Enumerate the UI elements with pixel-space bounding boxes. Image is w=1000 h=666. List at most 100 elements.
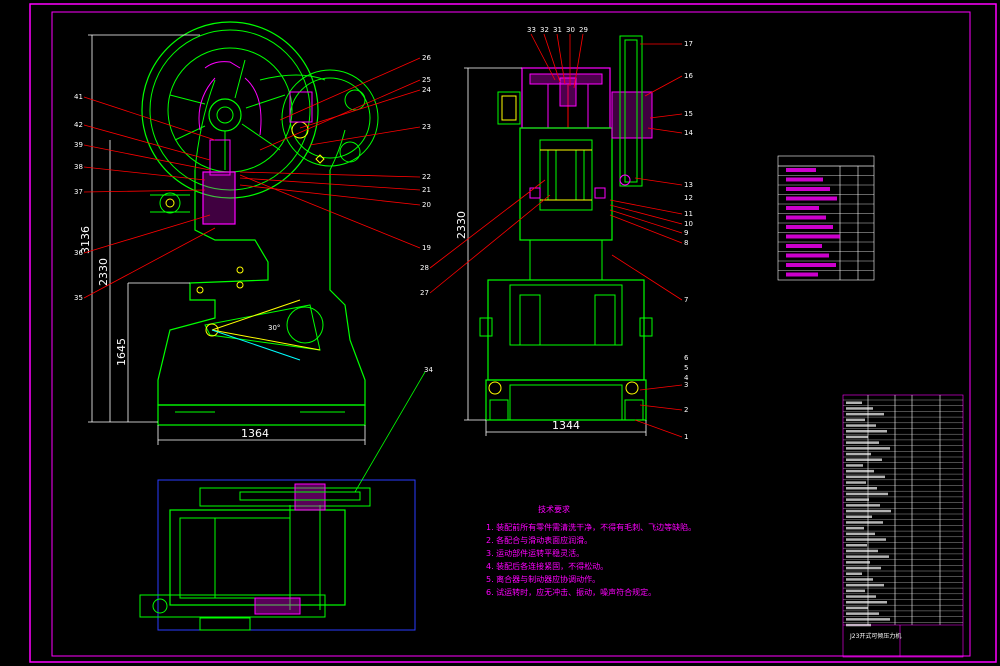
- bom-row-text-mark: [846, 532, 875, 536]
- bom-row-text-mark: [846, 458, 882, 461]
- svg-text:2: 2: [684, 406, 688, 414]
- parameter-row-text-mark: [786, 177, 823, 182]
- parameter-row-text-mark: [786, 234, 840, 239]
- tech-note-3: 3. 运动部件运转平稳灵活。: [486, 548, 584, 558]
- svg-text:30: 30: [566, 26, 575, 34]
- svg-text:3: 3: [684, 381, 688, 389]
- dim-1364: 1364: [241, 427, 269, 440]
- svg-text:41: 41: [74, 93, 83, 101]
- svg-text:9: 9: [684, 229, 688, 237]
- bom-row-text-mark: [846, 492, 888, 496]
- svg-text:25: 25: [422, 76, 431, 84]
- bom-row-text-mark: [846, 595, 876, 598]
- svg-text:17: 17: [684, 40, 693, 48]
- front-right-labels: 17 16 15 14 13 12 11 10 9 8 7 6 5 4 3 2 …: [684, 40, 693, 441]
- svg-text:16: 16: [684, 72, 693, 80]
- side-labels-left: 41 42 39 38 37 36 35: [74, 93, 83, 302]
- svg-text:22: 22: [422, 173, 431, 181]
- svg-text:37: 37: [74, 188, 83, 196]
- svg-text:7: 7: [684, 296, 688, 304]
- svg-text:27: 27: [420, 289, 429, 297]
- bom-row-text-mark: [846, 407, 873, 410]
- svg-text:31: 31: [553, 26, 562, 34]
- bom-row-text-mark: [846, 424, 876, 427]
- parameter-row-text-mark: [786, 225, 833, 229]
- bom-row-text-mark: [846, 447, 890, 450]
- tech-notes-title: 技术要求: [538, 504, 570, 514]
- bom-row-text-mark: [846, 623, 871, 627]
- svg-text:13: 13: [684, 181, 693, 189]
- svg-text:26: 26: [422, 54, 431, 62]
- svg-text:29: 29: [579, 26, 588, 34]
- parameter-row-text-mark: [786, 253, 829, 258]
- side-view: [141, 21, 379, 426]
- bom-row-text-mark: [846, 504, 880, 507]
- title-block-name: J23开式可倾压力机: [849, 632, 901, 640]
- inner-frame: [51, 11, 971, 657]
- bom-row-text-mark: [846, 555, 889, 558]
- tech-note-2: 2. 各配合与滑动表面应润滑。: [486, 535, 592, 545]
- bom-row-text-mark: [846, 498, 869, 501]
- parameter-row-text-mark: [786, 263, 836, 267]
- bom-row-text-mark: [846, 601, 887, 604]
- bom-row-text-mark: [846, 583, 884, 587]
- tech-note-5: 5. 离合器与制动器应协调动作。: [486, 574, 600, 584]
- svg-text:33: 33: [527, 26, 536, 34]
- bom-row-text-mark: [846, 464, 863, 467]
- bom-row-text-mark: [846, 401, 862, 404]
- bom-row-text-mark: [846, 481, 866, 484]
- bom-row-text-mark: [846, 606, 868, 610]
- svg-text:23: 23: [422, 123, 431, 131]
- bom-row-text-mark: [846, 589, 865, 593]
- svg-text:35: 35: [74, 294, 83, 302]
- bom-row-text-mark: [846, 435, 868, 439]
- dim-2330-front: 2330: [455, 211, 468, 239]
- bom-row-text-mark: [846, 521, 883, 524]
- svg-text:38: 38: [74, 163, 83, 171]
- plan-view: [139, 479, 416, 631]
- bom-row-text-mark: [846, 618, 890, 621]
- bom-row-text-mark: [846, 441, 879, 444]
- cad-drawing-canvas: 3136 2330 1645 1364 30° 41 42 39 38 37 3…: [29, 3, 997, 663]
- parameter-row-text-mark: [786, 168, 816, 172]
- parameter-row-text-mark: [786, 215, 826, 220]
- dim-1344: 1344: [552, 419, 580, 432]
- tech-note-6: 6. 试运转时，应无冲击、振动，噪声符合规定。: [486, 587, 656, 597]
- parameter-row-text-mark: [786, 196, 837, 201]
- svg-text:21: 21: [422, 186, 431, 194]
- side-labels-right: 26 25 24 23 22 21 20 19: [422, 54, 431, 252]
- svg-text:19: 19: [422, 244, 431, 252]
- front-left-labels: 28 27: [420, 264, 429, 297]
- tech-note-4: 4. 装配后各连接紧固，不得松动。: [486, 561, 608, 571]
- svg-text:32: 32: [540, 26, 549, 34]
- bom-row-text-mark: [846, 549, 878, 553]
- front-view: [479, 35, 653, 421]
- front-top-labels: 33 32 31 30 29: [527, 26, 588, 34]
- svg-text:11: 11: [684, 210, 693, 218]
- bom-row-text-mark: [846, 452, 871, 456]
- svg-text:12: 12: [684, 194, 693, 202]
- dim-1645: 1645: [115, 338, 128, 366]
- bom-row-text-mark: [846, 566, 881, 570]
- bom-row-text-mark: [846, 544, 867, 547]
- bom-row-text-mark: [846, 418, 865, 422]
- bom-table-rows: [843, 399, 963, 627]
- bom-row-text-mark: [846, 475, 885, 479]
- svg-text:42: 42: [74, 121, 83, 129]
- svg-text:36: 36: [74, 249, 83, 257]
- tech-notes: 技术要求 1. 装配前所有零件需清洗干净，不得有毛刺、飞边等缺陷。 2. 各配合…: [486, 504, 696, 597]
- svg-text:8: 8: [684, 239, 688, 247]
- svg-text:10: 10: [684, 220, 693, 228]
- bom-row-text-mark: [846, 561, 870, 564]
- svg-text:1: 1: [684, 433, 688, 441]
- svg-text:5: 5: [684, 364, 688, 372]
- bom-row-text-mark: [846, 412, 884, 416]
- parameter-row-text-mark: [786, 244, 822, 248]
- bom-row-text-mark: [846, 487, 877, 490]
- tech-note-1: 1. 装配前所有零件需清洗干净，不得有毛刺、飞边等缺陷。: [486, 522, 696, 532]
- bom-row-text-mark: [846, 509, 891, 513]
- dim-2330-side: 2330: [97, 258, 110, 286]
- parameter-table-rows: [778, 165, 874, 277]
- parameter-row-text-mark: [786, 272, 818, 277]
- bom-row-text-mark: [846, 469, 874, 473]
